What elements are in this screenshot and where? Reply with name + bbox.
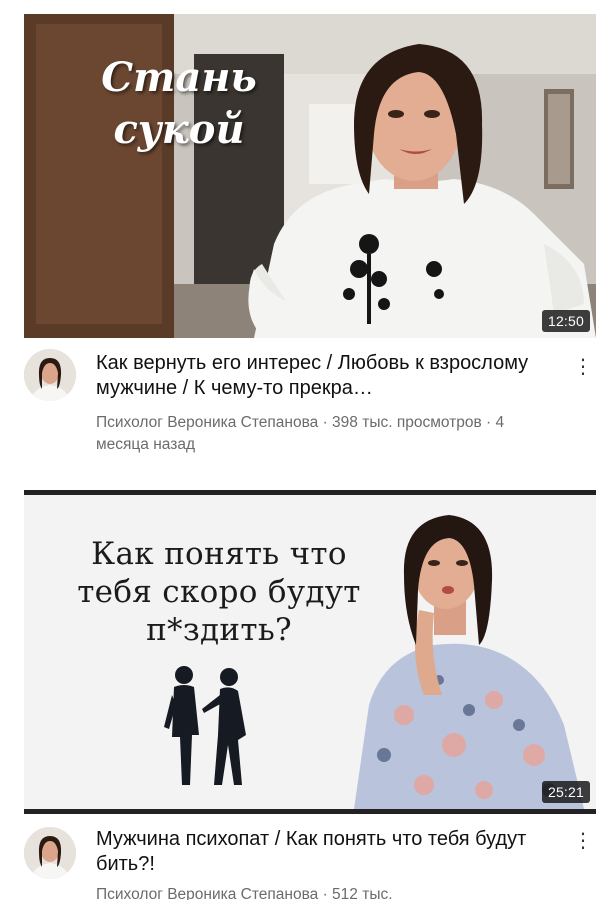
more-options-button[interactable]: ⋮	[573, 826, 593, 856]
thumbnail-caption: Стань сукой	[101, 54, 257, 153]
video-channel-views: Психолог Вероника Степанова · 512 тыс.	[96, 886, 393, 900]
avatar-image	[24, 349, 76, 401]
vertical-ellipsis-icon: ⋮	[573, 356, 593, 378]
video-duration-badge: 12:50	[541, 310, 590, 332]
video-meta: Мужчина психопат / Как понять что тебя б…	[0, 824, 599, 900]
video-card[interactable]: Как понять что тебя скоро будут п*здить?…	[0, 490, 599, 900]
video-title[interactable]: Мужчина психопат / Как понять что тебя б…	[96, 827, 556, 877]
avatar-image	[24, 827, 76, 879]
video-feed: Стань сукой 12:50 Как вернуть его интере…	[0, 0, 599, 900]
video-duration-badge: 25:21	[541, 781, 590, 803]
video-thumbnail[interactable]: Стань сукой 12:50	[24, 14, 596, 338]
video-meta: Как вернуть его интерес / Любовь к взрос…	[0, 346, 599, 456]
more-options-button[interactable]: ⋮	[573, 352, 593, 382]
video-title[interactable]: Как вернуть его интерес / Любовь к взрос…	[96, 351, 556, 401]
video-channel-views: Психолог Вероника Степанова · 398 тыс. п…	[96, 414, 505, 453]
vertical-ellipsis-icon: ⋮	[573, 830, 593, 852]
channel-avatar[interactable]	[24, 349, 76, 401]
channel-avatar[interactable]	[24, 827, 76, 879]
video-card[interactable]: Стань сукой 12:50 Как вернуть его интере…	[0, 0, 599, 470]
thumbnail-caption: Как понять что тебя скоро будут п*здить?	[77, 536, 361, 648]
video-thumbnail[interactable]: Как понять что тебя скоро будут п*здить?…	[24, 490, 596, 814]
